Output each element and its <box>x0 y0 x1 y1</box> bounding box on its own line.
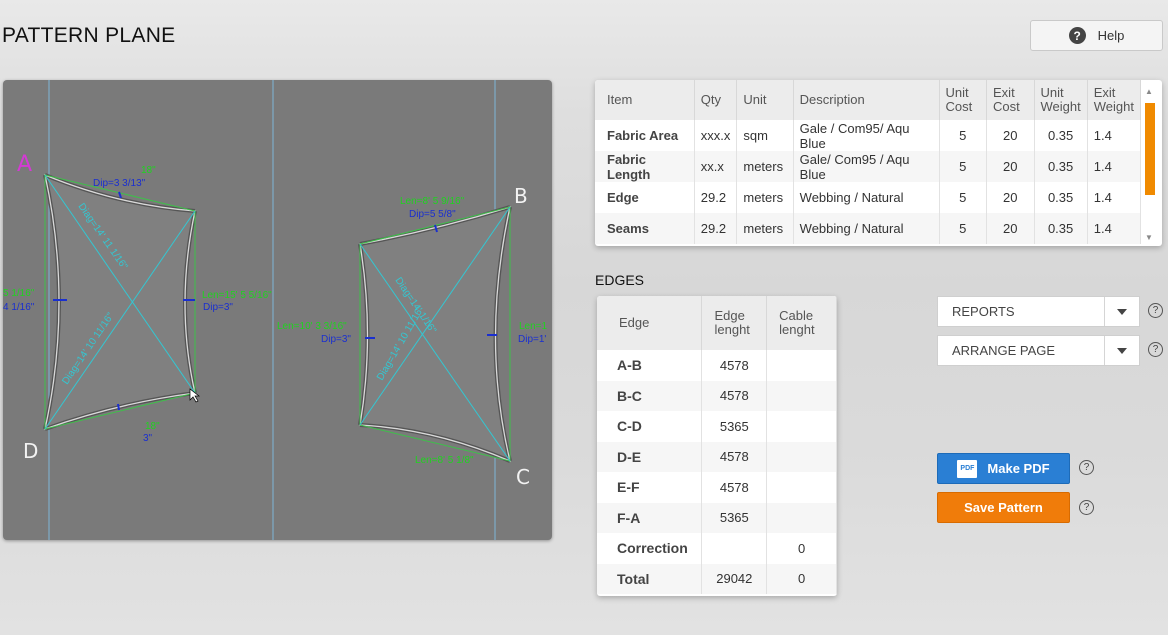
vertex-label-d: D <box>23 439 38 463</box>
edges-table: Edge Edge lenght Cable lenght A-B 4578 B-… <box>597 296 837 594</box>
svg-text:Len=1: Len=1 <box>519 321 548 332</box>
vertex-label-a: A <box>17 152 32 177</box>
svg-text:Dip=3": Dip=3" <box>203 302 233 313</box>
svg-text:Len=10' 3 3/16": Len=10' 3 3/16" <box>277 321 347 332</box>
save-pattern-label: Save Pattern <box>964 500 1043 515</box>
col-unit: Unit <box>736 80 794 120</box>
table-row[interactable]: Fabric Area xxx.x sqm Gale / Com95/ Aqu … <box>595 120 1142 151</box>
svg-text:Len=15' 5 5/16": Len=15' 5 5/16" <box>202 290 272 301</box>
table-row[interactable]: Edge 29.2 meters Webbing / Natural 5 20 … <box>595 182 1142 213</box>
table-row[interactable]: Fabric Length xx.x meters Gale/ Com95 / … <box>595 151 1142 182</box>
scroll-up-icon[interactable]: ▲ <box>1145 87 1153 96</box>
make-pdf-button[interactable]: PDF Make PDF <box>937 453 1070 484</box>
table-row[interactable]: A-B 4578 <box>597 350 837 381</box>
table-row[interactable]: Seams 29.2 meters Webbing / Natural 5 20… <box>595 213 1142 244</box>
svg-text:Dip=3 3/13": Dip=3 3/13" <box>93 178 146 189</box>
edges-table-panel: Edge Edge lenght Cable lenght A-B 4578 B-… <box>597 296 837 596</box>
table-row[interactable]: F-A 5365 <box>597 502 837 533</box>
pdf-file-icon: PDF <box>957 459 978 478</box>
question-circle-icon: ? <box>1068 27 1086 44</box>
arrange-page-dropdown[interactable]: ARRANGE PAGE <box>937 335 1140 366</box>
make-pdf-help-icon[interactable]: ? <box>1079 460 1094 475</box>
table-row[interactable]: E-F 4578 <box>597 472 837 503</box>
col-exit-weight: Exit Weight <box>1087 80 1142 120</box>
make-pdf-label: Make PDF <box>987 461 1050 476</box>
col-cable-length: Cable lenght <box>766 296 837 350</box>
svg-text:18": 18" <box>141 165 156 176</box>
table-row[interactable]: Correction 0 <box>597 533 837 564</box>
vertex-label-c: C <box>516 465 530 489</box>
right-panel-shape: B C Len=8' 5 9/16" Dip=5 5/8" Len=10' 3 … <box>277 184 548 489</box>
chevron-down-icon[interactable] <box>1104 297 1139 326</box>
svg-text:18": 18" <box>145 421 160 432</box>
col-edge: Edge <box>597 296 703 350</box>
col-description: Description <box>793 80 940 120</box>
pattern-canvas[interactable]: A D 18" Dip=3 3/13" Len=15' 5 5/16" Dip=… <box>3 80 552 540</box>
arrange-page-label: ARRANGE PAGE <box>952 343 1056 358</box>
svg-text:Len=8' 5 1/8": Len=8' 5 1/8" <box>415 455 474 466</box>
edges-title: EDGES <box>595 272 645 288</box>
chevron-down-icon[interactable] <box>1104 336 1139 365</box>
svg-text:Dip=3": Dip=3" <box>321 334 351 345</box>
scrollbar-thumb[interactable] <box>1145 103 1155 195</box>
reports-help-icon[interactable]: ? <box>1148 303 1163 318</box>
save-pattern-button[interactable]: Save Pattern <box>937 492 1070 523</box>
items-table: Item Qty Unit Description Unit Cost Exit… <box>595 80 1142 244</box>
table-row[interactable]: D-E 4578 <box>597 441 837 472</box>
reports-dropdown[interactable]: REPORTS <box>937 296 1140 327</box>
col-qty: Qty <box>694 80 738 120</box>
reports-label: REPORTS <box>952 304 1015 319</box>
svg-text:5 1/16": 5 1/16" <box>3 288 35 299</box>
items-table-panel: Item Qty Unit Description Unit Cost Exit… <box>595 80 1162 246</box>
save-pattern-help-icon[interactable]: ? <box>1079 500 1094 515</box>
col-item: Item <box>595 80 695 120</box>
items-table-header: Item Qty Unit Description Unit Cost Exit… <box>595 80 1142 120</box>
col-exit-cost: Exit Cost <box>986 80 1035 120</box>
col-unit-weight: Unit Weight <box>1034 80 1088 120</box>
col-unit-cost: Unit Cost <box>939 80 988 120</box>
svg-text:3": 3" <box>143 433 153 444</box>
table-row[interactable]: C-D 5365 <box>597 411 837 442</box>
table-row[interactable]: Total 29042 0 <box>597 563 837 594</box>
svg-text:Dip=1': Dip=1' <box>518 334 546 345</box>
help-label: Help <box>1097 28 1125 43</box>
items-scrollbar[interactable]: ▲ ▼ <box>1143 83 1157 243</box>
svg-text:Len=8' 5 9/16": Len=8' 5 9/16" <box>400 196 465 207</box>
page-title: PATTERN PLANE <box>2 24 176 47</box>
help-button[interactable]: ? Help <box>1030 20 1163 51</box>
edges-table-header: Edge Edge lenght Cable lenght <box>597 296 837 350</box>
pattern-drawing: A D 18" Dip=3 3/13" Len=15' 5 5/16" Dip=… <box>3 80 548 540</box>
left-panel-shape: A D 18" Dip=3 3/13" Len=15' 5 5/16" Dip=… <box>3 152 272 463</box>
col-edge-length: Edge lenght <box>701 296 768 350</box>
arrange-help-icon[interactable]: ? <box>1148 342 1163 357</box>
table-row[interactable]: B-C 4578 <box>597 380 837 411</box>
vertex-label-b: B <box>514 184 528 208</box>
svg-text:Dip=5 5/8": Dip=5 5/8" <box>409 209 456 220</box>
svg-text:4 1/16": 4 1/16" <box>3 302 35 313</box>
scroll-down-icon[interactable]: ▼ <box>1145 233 1153 242</box>
